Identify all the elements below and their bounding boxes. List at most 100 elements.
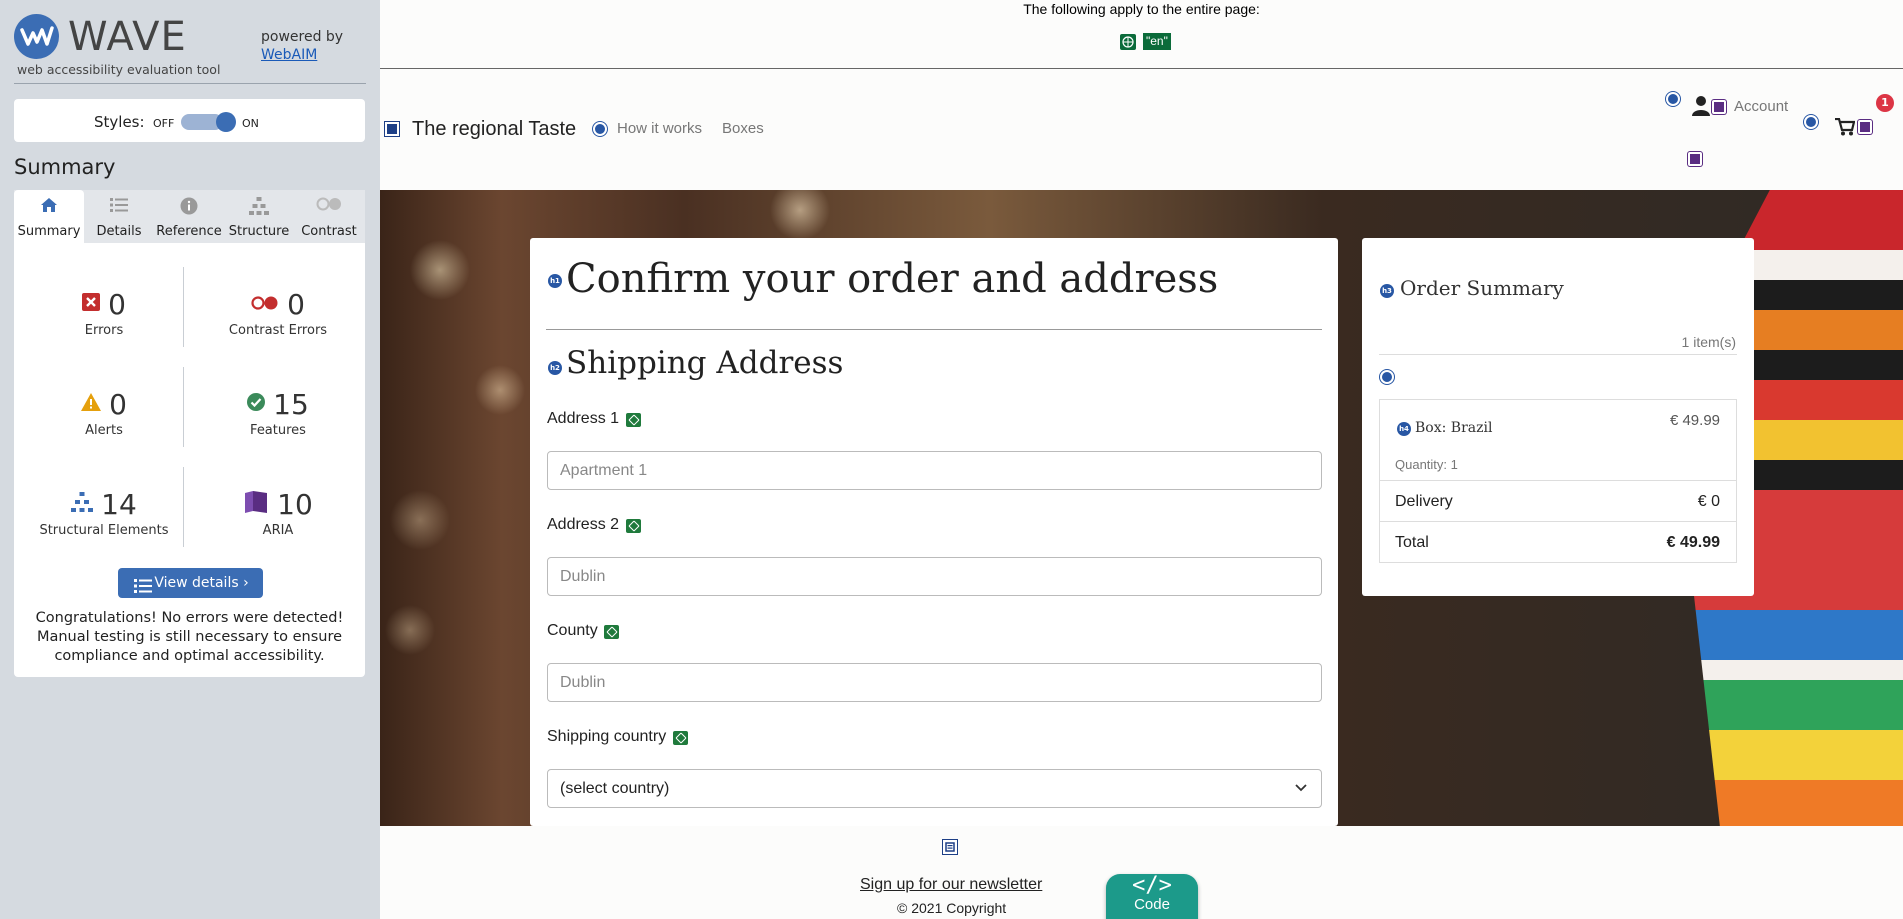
tab-structure[interactable]: Structure	[224, 190, 294, 243]
newsletter-link[interactable]: Sign up for our newsletter	[860, 876, 1042, 894]
summary-panel: 0 Errors 0 Contrast Errors 0 Alerts 15 F…	[14, 243, 365, 677]
checkout-form-card: h1 Confirm your order and address h2 Shi…	[530, 238, 1338, 826]
feature-icon	[247, 393, 266, 415]
delivery-value: € 0	[1697, 493, 1720, 510]
label-icon[interactable]	[626, 519, 641, 533]
label-icon[interactable]	[604, 625, 619, 639]
nav-account[interactable]: Account	[1734, 98, 1788, 115]
list-item: h4 Box: Brazil € 49.99 Quantity: 1	[1380, 400, 1736, 481]
user-icon[interactable]	[1692, 96, 1710, 120]
country-select-value: (select country)	[560, 780, 670, 797]
nav-boxes[interactable]: Boxes	[722, 120, 764, 137]
item-quantity: Quantity: 1	[1395, 457, 1458, 472]
structure-icon	[249, 197, 269, 219]
list-icon[interactable]	[1666, 92, 1680, 106]
wave-logo-icon	[14, 14, 59, 59]
congrats-message: Congratulations! No errors were detected…	[35, 610, 344, 664]
powered-by-text: powered by	[261, 29, 344, 45]
country-label: Shipping country	[547, 728, 667, 745]
styles-on-label: ON	[242, 117, 259, 130]
navigation-icon[interactable]	[385, 122, 399, 136]
delivery-label: Delivery	[1395, 493, 1453, 510]
tab-label: Structure	[228, 224, 290, 239]
aria-icon[interactable]	[1712, 100, 1726, 114]
order-summary-card: h3 Order Summary 1 item(s) h4 Box: Brazi…	[1362, 238, 1754, 596]
features-count: 15	[273, 387, 309, 421]
contrast-errors-count: 0	[287, 287, 305, 321]
cart-icon[interactable]	[1835, 117, 1856, 140]
footer-landmark-icon[interactable]	[943, 840, 957, 854]
aria-icon[interactable]	[1858, 120, 1872, 134]
styles-label: Styles:	[94, 113, 145, 131]
structure-icon	[71, 492, 94, 516]
tab-summary[interactable]: Summary	[14, 190, 84, 243]
list-icon[interactable]	[593, 122, 607, 136]
stat-aria[interactable]: 10 ARIA	[203, 487, 353, 538]
address2-label: Address 2	[547, 516, 620, 533]
divider	[183, 267, 184, 347]
wave-title: WAVE	[68, 14, 187, 60]
webaim-link[interactable]: WebAIM	[261, 46, 343, 64]
stat-alerts[interactable]: 0 Alerts	[29, 387, 179, 438]
errors-label: Errors	[84, 323, 124, 338]
tab-contrast[interactable]: Contrast	[294, 190, 364, 243]
copyright: © 2021 Copyright	[897, 900, 1007, 916]
cart-count-badge: 1	[1876, 94, 1894, 112]
summary-heading: Summary	[14, 155, 116, 179]
stat-features[interactable]: 15 Features	[203, 387, 353, 438]
brand-logo[interactable]: The regional Taste	[412, 118, 576, 141]
list-icon	[134, 575, 152, 605]
code-label: Code	[1134, 896, 1170, 913]
order-list: h4 Box: Brazil € 49.99 Quantity: 1 Deliv…	[1379, 399, 1737, 563]
nav-how-it-works[interactable]: How it works	[617, 120, 702, 137]
site-navbar: The regional Taste How it works Boxes Ac…	[380, 70, 1903, 190]
tab-reference[interactable]: Reference	[154, 190, 224, 243]
address1-field[interactable]	[547, 451, 1322, 490]
aria-icon	[243, 491, 269, 517]
wave-header: WAVE web accessibility evaluation tool p…	[0, 0, 380, 84]
aria-icon[interactable]	[1688, 152, 1702, 166]
stat-contrast-errors[interactable]: 0 Contrast Errors	[203, 287, 353, 339]
list-icon[interactable]	[1380, 370, 1394, 384]
divider	[546, 329, 1322, 330]
features-label: Features	[250, 423, 306, 438]
label-icon[interactable]	[626, 413, 641, 427]
divider	[14, 83, 366, 84]
tab-details[interactable]: Details	[84, 190, 154, 243]
total-label: Total	[1395, 534, 1429, 551]
heading-icon[interactable]: h3	[1380, 284, 1394, 298]
county-field[interactable]	[547, 663, 1322, 702]
code-button[interactable]: </> Code	[1106, 874, 1198, 919]
view-details-button[interactable]: View details ›	[118, 568, 263, 598]
address2-field[interactable]	[547, 557, 1322, 596]
language-icon[interactable]	[1120, 34, 1136, 54]
code-icon: </>	[1132, 873, 1172, 898]
language-badge: "en"	[1143, 33, 1171, 50]
stat-structural[interactable]: 14 Structural Elements	[29, 487, 179, 539]
wave-subtitle: web accessibility evaluation tool	[17, 62, 221, 77]
aria-count: 10	[277, 487, 313, 521]
list-icon	[110, 197, 128, 217]
heading-icon[interactable]: h4	[1397, 422, 1411, 436]
tab-label: Contrast	[301, 224, 357, 239]
tab-label: Summary	[17, 224, 81, 239]
structural-count: 14	[101, 487, 137, 521]
alerts-label: Alerts	[85, 423, 123, 438]
page-notice: The following apply to the entire page: …	[380, 0, 1903, 69]
county-label: County	[547, 622, 598, 639]
label-icon[interactable]	[673, 731, 688, 745]
page-preview: The following apply to the entire page: …	[380, 0, 1903, 919]
list-icon[interactable]	[1804, 115, 1818, 129]
tab-label: Details	[96, 224, 142, 239]
home-icon	[40, 197, 58, 217]
country-select[interactable]: (select country)	[547, 769, 1322, 808]
heading-icon[interactable]: h2	[548, 361, 562, 375]
heading-icon[interactable]: h1	[548, 274, 562, 288]
info-icon	[180, 197, 198, 219]
styles-toggle-box: Styles: OFF ON	[14, 99, 365, 142]
stat-errors[interactable]: 0 Errors	[29, 287, 179, 338]
item-count: 1 item(s)	[1681, 334, 1736, 350]
styles-toggle-knob[interactable]	[216, 112, 236, 132]
total-value: € 49.99	[1666, 534, 1720, 551]
aria-label: ARIA	[262, 523, 294, 538]
